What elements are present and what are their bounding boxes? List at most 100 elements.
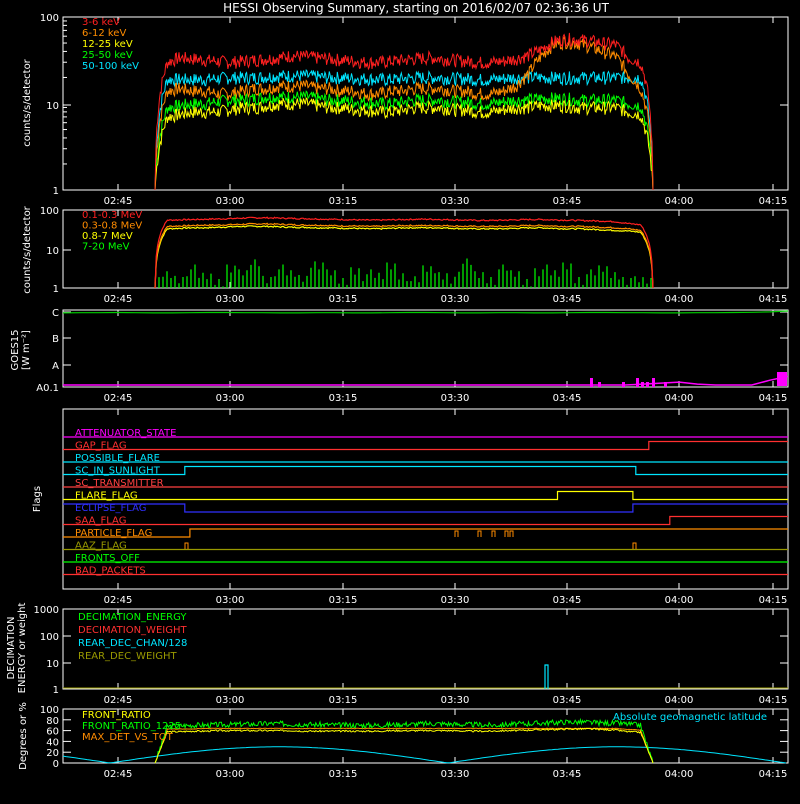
flag-fronts_off-label: FRONTS_OFF <box>75 553 140 564</box>
series-geomagnetic-latitude-line <box>62 746 787 764</box>
goes-xtick-label: 04:00 <box>665 393 694 404</box>
flag-flare_flag-line <box>63 490 788 501</box>
flag-bump <box>477 530 482 537</box>
flags-ylabel: Flags <box>32 486 43 512</box>
lightcurves-low-xtick-label: 04:15 <box>759 196 788 207</box>
flags-xtick-label: 03:15 <box>329 595 358 606</box>
legend-7-20-MeV: 7-20 MeV <box>82 242 130 253</box>
lightcurves-low-xtick-label: 03:15 <box>329 196 358 207</box>
hessi-summary-figure: HESSI Observing Summary, starting on 201… <box>0 0 800 800</box>
series-50-100-keV-line <box>154 68 654 191</box>
goes-short-spike <box>641 382 644 387</box>
goes-ytick-label: A0.1 <box>36 383 59 394</box>
goes-xtick-label: 04:15 <box>759 393 788 404</box>
decimation-xtick-label: 04:00 <box>665 695 694 706</box>
series-0.3-0.8-MeV-line <box>154 222 654 289</box>
decimation-xtick-label: 03:15 <box>329 695 358 706</box>
lightcurves-low-xtick-label: 04:00 <box>665 196 694 207</box>
goes-short-spike <box>646 382 649 387</box>
flag-sc_in_sunlight-line <box>63 465 788 476</box>
flag-saa_flag-line <box>63 515 788 526</box>
flag-possible_flare-label: POSSIBLE_FLARE <box>75 453 160 464</box>
lightcurves-high-xtick-label: 03:30 <box>441 294 470 305</box>
legend-0.1-0.3-MeV: 0.1-0.3 MeV <box>82 210 142 221</box>
flags-xtick-label: 04:00 <box>665 595 694 606</box>
lightcurves-high-xtick-label: 03:00 <box>216 294 245 305</box>
decimation-ylabel: DECIMATION <box>6 616 17 679</box>
decimation-ytick-label: 10 <box>46 659 59 670</box>
legend-decimation-weight: DECIMATION_WEIGHT <box>78 625 187 636</box>
flag-attenuator_state-label: ATTENUATOR_STATE <box>75 428 176 439</box>
flag-bump <box>454 530 459 537</box>
lightcurves-low-xtick-label: 02:45 <box>104 196 133 207</box>
series-25-50-keV-line <box>154 90 654 191</box>
lightcurves-high-frame <box>62 209 789 289</box>
flag-bad_packets-label: BAD_PACKETS <box>75 566 146 577</box>
flags-xtick-label: 03:45 <box>553 595 582 606</box>
ratios-xtick-label: 03:30 <box>441 769 470 780</box>
series-6-12-keV-line <box>154 35 654 191</box>
goes-ylabel-units: [W m⁻²] <box>21 330 32 370</box>
lightcurves-low-xtick-label: 03:45 <box>553 196 582 207</box>
lightcurves-high-xtick-label: 02:45 <box>104 294 133 305</box>
flag-aaz_flag-label: AAZ_FLAG <box>75 541 127 552</box>
flag-bump <box>184 542 189 549</box>
goes-short-spike <box>590 378 593 387</box>
ratios-ytick-label: 0 <box>53 759 59 770</box>
decimation-xtick-label: 04:15 <box>759 695 788 706</box>
goes-short-spike <box>664 382 667 387</box>
ratios-ytick-label: 80 <box>46 716 59 727</box>
ratios-ytick-label: 60 <box>46 727 59 738</box>
decimation-xtick-label: 02:45 <box>104 695 133 706</box>
ratios-xtick-label: 03:45 <box>553 769 582 780</box>
goes-short-spike <box>777 372 787 386</box>
flag-particle_flag-line <box>63 528 788 538</box>
lightcurves-high-ytick-label: 100 <box>40 206 59 217</box>
ratios-ylabel: Degrees or % <box>18 702 29 770</box>
series-7-20-MeV-line <box>154 258 652 288</box>
decimation-ylabel2: ENERGY or weight <box>17 603 28 694</box>
flag-sc_in_sunlight-label: SC_IN_SUNLIGHT <box>75 466 161 477</box>
ratios-xtick-label: 03:15 <box>329 769 358 780</box>
legend-front-ratio: FRONT_RATIO <box>82 710 151 721</box>
flag-eclipse_flag-label: ECLIPSE_FLAG <box>75 503 146 514</box>
legend-front-ratio-1225: FRONT_RATIO_1225 <box>82 721 181 732</box>
legend-max-det-vs-tot: MAX_DET_VS_TOT <box>82 732 174 743</box>
legend-rear-dec-chan-128: REAR_DEC_CHAN/128 <box>78 638 187 649</box>
legend-6-12-keV: 6-12 keV <box>82 28 126 39</box>
lightcurves-low-ytick-label: 100 <box>40 13 59 24</box>
flags-xtick-label: 04:15 <box>759 595 788 606</box>
lightcurves-high-xtick-label: 04:15 <box>759 294 788 305</box>
goes-ytick-label: C <box>52 308 59 319</box>
flag-flare_flag-label: FLARE_FLAG <box>75 491 138 502</box>
legend-25-50-keV: 25-50 keV <box>82 50 133 61</box>
lightcurves-high-xtick-label: 04:00 <box>665 294 694 305</box>
flag-gap_flag-label: GAP_FLAG <box>75 441 127 452</box>
series-0.8-7-MeV-line <box>154 225 654 289</box>
flag-eclipse_flag-line <box>63 503 788 513</box>
flag-sc_transmitter-label: SC_TRANSMITTER <box>75 478 164 489</box>
ratios-ytick-label: 20 <box>46 748 59 759</box>
legend-50-100-keV: 50-100 keV <box>82 61 139 72</box>
goes-xtick-label: 03:00 <box>216 393 245 404</box>
lightcurves-high-ylabel: counts/s/detector <box>22 205 33 293</box>
goes-short-spike <box>636 378 639 387</box>
lightcurves-high-xtick-label: 03:45 <box>553 294 582 305</box>
figure-canvas: HESSI Observing Summary, starting on 201… <box>6 1 789 780</box>
goes-ytick-label: B <box>52 334 59 345</box>
lightcurves-high-ytick-label: 10 <box>46 246 59 257</box>
ratios-xtick-label: 02:45 <box>104 769 133 780</box>
legend-12-25-keV: 12-25 keV <box>82 39 133 50</box>
lightcurves-low-ylabel: counts/s/detector <box>22 58 33 146</box>
flag-particle_flag-label: PARTICLE_FLAG <box>75 528 152 539</box>
flag-saa_flag-label: SAA_FLAG <box>75 516 126 527</box>
flag-bump <box>491 530 496 537</box>
goes-short-spike <box>622 382 625 387</box>
flag-bump <box>509 530 514 537</box>
goes-xtick-label: 03:15 <box>329 393 358 404</box>
legend-3-6-keV: 3-6 keV <box>82 17 120 28</box>
ratios-xtick-label: 04:00 <box>665 769 694 780</box>
flags-xtick-label: 03:00 <box>216 595 245 606</box>
decimation-xtick-label: 03:00 <box>216 695 245 706</box>
goes-xtick-label: 03:45 <box>553 393 582 404</box>
